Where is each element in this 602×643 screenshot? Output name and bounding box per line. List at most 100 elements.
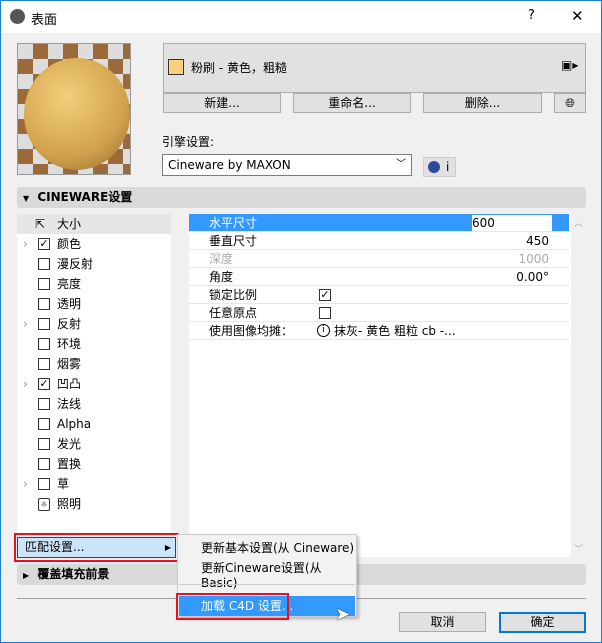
collapse-triangle-icon: ▼ bbox=[23, 194, 30, 203]
property-row[interactable]: 深度 1000 bbox=[189, 250, 569, 268]
context-menu: 更新基本设置(从 Cineware) 更新Cineware设置(从Basic) … bbox=[176, 534, 357, 620]
property-row[interactable]: 任意原点 bbox=[189, 304, 569, 322]
engine-value: Cineware by MAXON bbox=[168, 158, 291, 172]
channel-label: 大小 bbox=[57, 217, 82, 231]
rename-button[interactable]: 重命名... bbox=[293, 93, 411, 113]
property-row[interactable]: 垂直尺寸 450 bbox=[189, 232, 569, 250]
menu-separator bbox=[179, 584, 355, 585]
delete-button[interactable]: 删除... bbox=[423, 93, 542, 113]
channel-checkbox[interactable] bbox=[38, 298, 50, 310]
property-checkbox[interactable] bbox=[319, 307, 331, 319]
property-value[interactable]: 450 bbox=[526, 232, 549, 250]
window-title: 表面 bbox=[31, 13, 58, 28]
property-label: 垂直尺寸 bbox=[209, 234, 258, 248]
property-label: 水平尺寸 bbox=[209, 216, 258, 230]
property-label: 深度 bbox=[209, 252, 234, 266]
expand-chevron-icon[interactable]: › bbox=[23, 314, 28, 334]
expand-chevron-icon[interactable]: › bbox=[23, 374, 28, 394]
ok-button[interactable]: 确定 bbox=[499, 612, 586, 633]
channel-item[interactable]: 透明 bbox=[17, 294, 171, 314]
cineware-section-header[interactable]: ▼ CINEWARE设置 bbox=[17, 187, 586, 208]
property-row[interactable]: 水平尺寸 600 bbox=[189, 214, 569, 232]
image-menu-icon[interactable]: ▣▸ bbox=[561, 58, 578, 72]
property-row[interactable]: 锁定比例 ✓ bbox=[189, 286, 569, 304]
app-logo-icon bbox=[10, 9, 25, 24]
channel-item[interactable]: 置换 bbox=[17, 454, 171, 474]
property-label: 使用图像均摊： bbox=[209, 324, 294, 338]
channel-item[interactable]: › 草 bbox=[17, 474, 171, 494]
match-settings-label: 匹配设置... bbox=[25, 540, 85, 554]
property-label: 锁定比例 bbox=[209, 288, 258, 302]
channel-item[interactable]: › ✓ 颜色 bbox=[17, 234, 171, 254]
cineware-info-button[interactable]: i bbox=[423, 157, 456, 177]
channel-label: 颜色 bbox=[57, 237, 82, 251]
close-button[interactable]: ✕ bbox=[571, 7, 584, 25]
material-swatch[interactable] bbox=[168, 59, 184, 75]
property-row[interactable]: 角度 0.00° bbox=[189, 268, 569, 286]
channel-item[interactable]: › 反射 bbox=[17, 314, 171, 334]
channel-checkbox[interactable] bbox=[38, 318, 50, 330]
scroll-down-icon[interactable]: ﹀ bbox=[574, 542, 583, 555]
expand-chevron-icon[interactable]: › bbox=[23, 234, 28, 254]
size-icon: ⇱ bbox=[35, 217, 46, 231]
channel-item[interactable]: Alpha bbox=[17, 414, 171, 434]
channel-item[interactable]: ☼ 照明 bbox=[17, 494, 171, 514]
expand-triangle-icon: ▶ bbox=[23, 571, 30, 580]
channel-item[interactable]: 法线 bbox=[17, 394, 171, 414]
material-name-box[interactable]: 粉刷 - 黄色，粗糙 ▣▸ bbox=[163, 43, 586, 93]
cineware-logo-icon bbox=[428, 161, 440, 173]
channel-checkbox[interactable] bbox=[38, 478, 50, 490]
channel-label: 透明 bbox=[57, 297, 82, 311]
channel-checkbox[interactable] bbox=[38, 458, 50, 470]
match-settings-button[interactable]: 匹配设置... ▶ bbox=[17, 537, 176, 558]
help-button[interactable]: ? bbox=[528, 8, 535, 23]
channel-item[interactable]: 漫反射 bbox=[17, 254, 171, 274]
channel-item[interactable]: › ✓ 凹凸 bbox=[17, 374, 171, 394]
menu-item-update-basic[interactable]: 更新基本设置(从 Cineware) bbox=[201, 539, 354, 556]
channel-checkbox[interactable] bbox=[38, 418, 50, 430]
mouse-cursor-icon: ➤ bbox=[335, 604, 351, 625]
property-row[interactable]: 使用图像均摊： i 抹灰- 黄色 粗粒 cb -... bbox=[189, 322, 569, 340]
channel-item[interactable]: 环境 bbox=[17, 334, 171, 354]
property-value-input[interactable]: 600 bbox=[472, 215, 552, 231]
cancel-button[interactable]: 取消 bbox=[399, 612, 486, 632]
section-title: 覆盖填充前景 bbox=[37, 567, 110, 581]
property-checkbox[interactable]: ✓ bbox=[319, 289, 331, 301]
channel-checkbox[interactable]: ✓ bbox=[38, 238, 50, 250]
scroll-up-icon[interactable]: ︿ bbox=[574, 216, 583, 229]
material-name: 粉刷 - 黄色，粗糙 bbox=[191, 61, 287, 75]
channel-checkbox[interactable] bbox=[38, 338, 50, 350]
property-scrollbar[interactable]: ︿ ﹀ bbox=[571, 214, 586, 557]
expand-chevron-icon[interactable]: › bbox=[23, 474, 28, 494]
engine-label: 引擎设置: bbox=[162, 135, 215, 149]
channel-checkbox[interactable] bbox=[38, 398, 50, 410]
globe-button[interactable]: 🌐︎ bbox=[554, 93, 586, 113]
channel-checkbox[interactable] bbox=[38, 358, 50, 370]
info-label: i bbox=[446, 160, 450, 174]
new-button[interactable]: 新建... bbox=[163, 93, 281, 113]
menu-item-update-cineware[interactable]: 更新Cineware设置(从Basic) bbox=[201, 559, 356, 590]
channel-label: 烟雾 bbox=[57, 357, 82, 371]
channel-item[interactable]: ⇱ 大小 bbox=[17, 214, 171, 234]
channel-checkbox[interactable] bbox=[38, 278, 50, 290]
property-value[interactable]: 0.00° bbox=[516, 268, 549, 286]
channel-label: 反射 bbox=[57, 317, 82, 331]
chevron-down-icon: ﹀ bbox=[396, 159, 406, 170]
channel-item[interactable]: 亮度 bbox=[17, 274, 171, 294]
property-value[interactable]: 1000 bbox=[518, 250, 549, 268]
material-preview bbox=[17, 43, 131, 175]
title-bar: 表面 ? ✕ bbox=[1, 1, 601, 33]
channel-item[interactable]: 发光 bbox=[17, 434, 171, 454]
channel-label: 照明 bbox=[57, 497, 82, 511]
channel-checkbox[interactable]: ✓ bbox=[38, 378, 50, 390]
channel-item[interactable]: 烟雾 bbox=[17, 354, 171, 374]
channel-label: 环境 bbox=[57, 337, 82, 351]
engine-select[interactable]: Cineware by MAXON ﹀ bbox=[162, 154, 412, 176]
channel-checkbox[interactable] bbox=[38, 258, 50, 270]
property-value[interactable]: 抹灰- 黄色 粗粒 cb -... bbox=[334, 322, 456, 340]
channel-checkbox[interactable] bbox=[38, 438, 50, 450]
info-icon: i bbox=[317, 324, 330, 337]
channel-list: ⇱ 大小 › ✓ 颜色 漫反射 亮度 透明 › 反射 环境 烟雾 › ✓ 凹凸 法线 Alpha 发光 置换 › 草 ☼ 照… bbox=[17, 214, 177, 534]
channel-label: 法线 bbox=[57, 397, 82, 411]
load-c4d-highlight bbox=[176, 593, 289, 620]
